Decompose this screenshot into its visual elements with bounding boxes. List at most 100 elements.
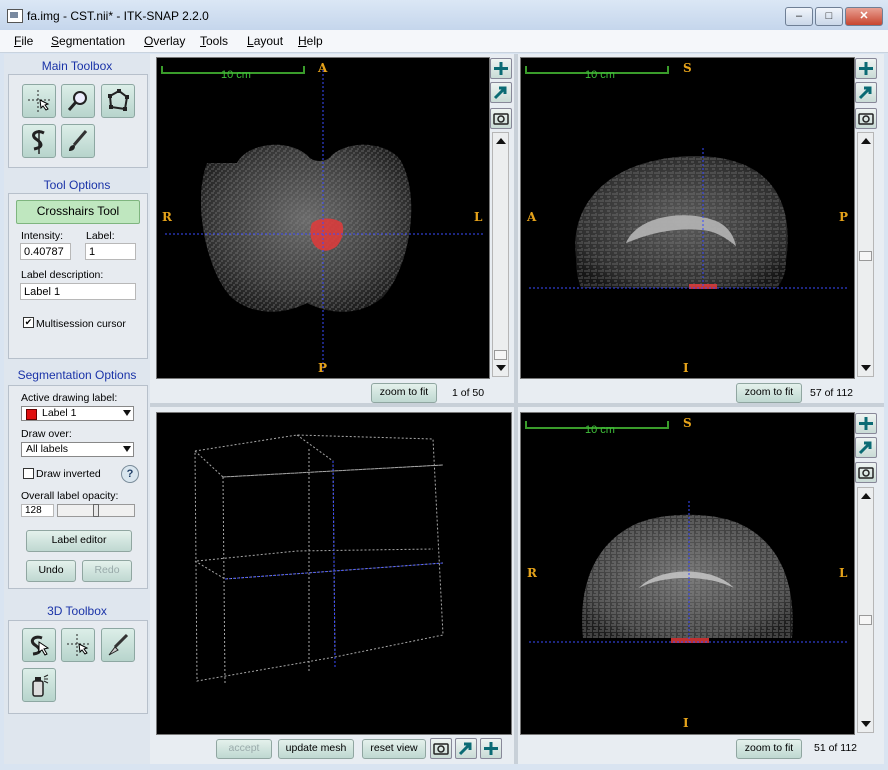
render3d-layout-button[interactable] — [455, 738, 477, 759]
opacity-slider[interactable] — [57, 504, 135, 517]
menu-bar — [0, 30, 888, 53]
label-number-field[interactable]: 1 — [85, 243, 136, 260]
axial-slice-counter: 1 of 50 — [452, 387, 485, 399]
menu-help[interactable]: Help — [298, 34, 323, 48]
render-3d-view[interactable] — [156, 412, 512, 735]
sagittal-expand-button[interactable] — [855, 58, 877, 79]
orientation-left: R — [527, 566, 537, 580]
axial-layout-button[interactable] — [490, 82, 512, 103]
crosshairs-3d-tool-button[interactable] — [61, 628, 95, 662]
orientation-left: R — [162, 210, 172, 224]
draw-over-value: All labels — [26, 443, 69, 455]
draw-over-caption: Draw over: — [21, 428, 72, 440]
render3d-snapshot-button[interactable] — [430, 738, 452, 759]
label-description-field[interactable]: Label 1 — [20, 283, 136, 300]
scroll-thumb[interactable] — [859, 251, 872, 261]
trackball-icon — [30, 635, 50, 656]
coronal-slice-scrollbar[interactable] — [857, 487, 874, 733]
scroll-thumb[interactable] — [494, 350, 507, 360]
orientation-top: S — [683, 61, 692, 75]
chevron-down-icon — [123, 410, 131, 416]
accept-button[interactable]: accept — [216, 739, 272, 759]
redo-button[interactable]: Redo — [82, 560, 132, 582]
polygon-tool-button[interactable] — [101, 84, 135, 118]
draw-inverted-label: Draw inverted — [36, 468, 101, 480]
minimize-button[interactable]: – — [785, 7, 813, 26]
opacity-slider-thumb[interactable] — [93, 504, 99, 517]
axial-expand-button[interactable] — [490, 58, 512, 79]
scroll-thumb[interactable] — [859, 615, 872, 625]
view-splitter-horizontal[interactable] — [150, 403, 884, 407]
coronal-snapshot-button[interactable] — [855, 462, 877, 483]
spray-tool-button[interactable] — [22, 668, 56, 702]
coronal-expand-button[interactable] — [855, 413, 877, 434]
undo-button[interactable]: Undo — [26, 560, 76, 582]
update-mesh-button[interactable]: update mesh — [278, 739, 354, 759]
scroll-down-icon[interactable] — [496, 365, 506, 371]
sagittal-layout-button[interactable] — [855, 82, 877, 103]
segmentation-options-title: Segmentation Options — [17, 368, 137, 382]
arrow-out-icon — [858, 441, 872, 455]
camera-icon — [493, 113, 509, 125]
plus-icon — [859, 62, 873, 75]
trackball-tool-button[interactable] — [22, 628, 56, 662]
scroll-up-icon[interactable] — [861, 493, 871, 499]
view-splitter-vertical[interactable] — [514, 54, 518, 764]
paintbrush-tool-button[interactable] — [61, 124, 95, 158]
scale-label: 10 cm — [585, 424, 615, 436]
main-toolbox-title: Main Toolbox — [41, 59, 113, 73]
orientation-left: A — [527, 210, 537, 224]
camera-icon — [433, 743, 449, 755]
axial-slice-scrollbar[interactable] — [492, 132, 509, 377]
coronal-layout-button[interactable] — [855, 437, 877, 458]
multisession-checkbox[interactable]: ✔ — [23, 317, 34, 328]
draw-inverted-checkbox[interactable] — [23, 468, 34, 479]
scroll-up-icon[interactable] — [496, 138, 506, 144]
sagittal-snapshot-button[interactable] — [855, 108, 877, 129]
scale-label: 10 cm — [221, 69, 251, 81]
sagittal-view[interactable]: 10 cm S I A P — [520, 57, 855, 379]
close-button[interactable]: ✕ — [845, 7, 883, 26]
coronal-zoom-to-fit-button[interactable]: zoom to fit — [736, 739, 802, 759]
menu-overlay[interactable]: Overlay — [144, 34, 185, 48]
coronal-view[interactable]: 10 cm S I R L — [520, 412, 855, 735]
axial-zoom-to-fit-button[interactable]: zoom to fit — [371, 383, 437, 403]
menu-tools[interactable]: Tools — [200, 34, 228, 48]
active-label-select[interactable]: Label 1 — [21, 406, 134, 421]
label-description-label: Label description: — [21, 269, 104, 281]
scalpel-tool-button[interactable] — [101, 628, 135, 662]
axial-view[interactable]: 10 cm A P R L — [156, 57, 490, 379]
plus-icon — [484, 742, 498, 755]
draw-over-select[interactable]: All labels — [21, 442, 134, 457]
sagittal-slice-counter: 57 of 112 — [810, 387, 854, 399]
crosshairs-tool-button[interactable] — [22, 84, 56, 118]
label-editor-button[interactable]: Label editor — [26, 530, 132, 552]
reset-view-button[interactable]: reset view — [362, 739, 426, 759]
render3d-expand-button[interactable] — [480, 738, 502, 759]
active-tool-display: Crosshairs Tool — [16, 200, 140, 224]
maximize-button[interactable]: □ — [815, 7, 843, 26]
help-icon[interactable]: ? — [121, 465, 139, 483]
scroll-up-icon[interactable] — [861, 138, 871, 144]
sagittal-zoom-to-fit-button[interactable]: zoom to fit — [736, 383, 802, 403]
menu-file[interactable]: File — [14, 34, 33, 48]
sagittal-slice-scrollbar[interactable] — [857, 132, 874, 377]
plus-icon — [494, 62, 508, 75]
polygon-icon — [108, 89, 129, 111]
arrow-out-icon — [493, 86, 507, 100]
opacity-caption: Overall label opacity: — [21, 490, 119, 502]
snake-tool-button[interactable] — [22, 124, 56, 158]
orientation-bottom: I — [683, 716, 689, 730]
multisession-label: Multisession cursor — [36, 318, 126, 330]
zoom-tool-button[interactable] — [61, 84, 95, 118]
axial-snapshot-button[interactable] — [490, 108, 512, 129]
scroll-down-icon[interactable] — [861, 365, 871, 371]
opacity-value-field[interactable]: 128 — [21, 504, 54, 517]
menu-segmentation[interactable]: Segmentation — [51, 34, 125, 48]
scroll-down-icon[interactable] — [861, 721, 871, 727]
tool-options-title: Tool Options — [43, 178, 111, 192]
intensity-field[interactable]: 0.40787 — [20, 243, 71, 260]
menu-layout[interactable]: Layout — [247, 34, 283, 48]
active-label-caption: Active drawing label: — [21, 392, 118, 404]
arrow-out-icon — [858, 86, 872, 100]
